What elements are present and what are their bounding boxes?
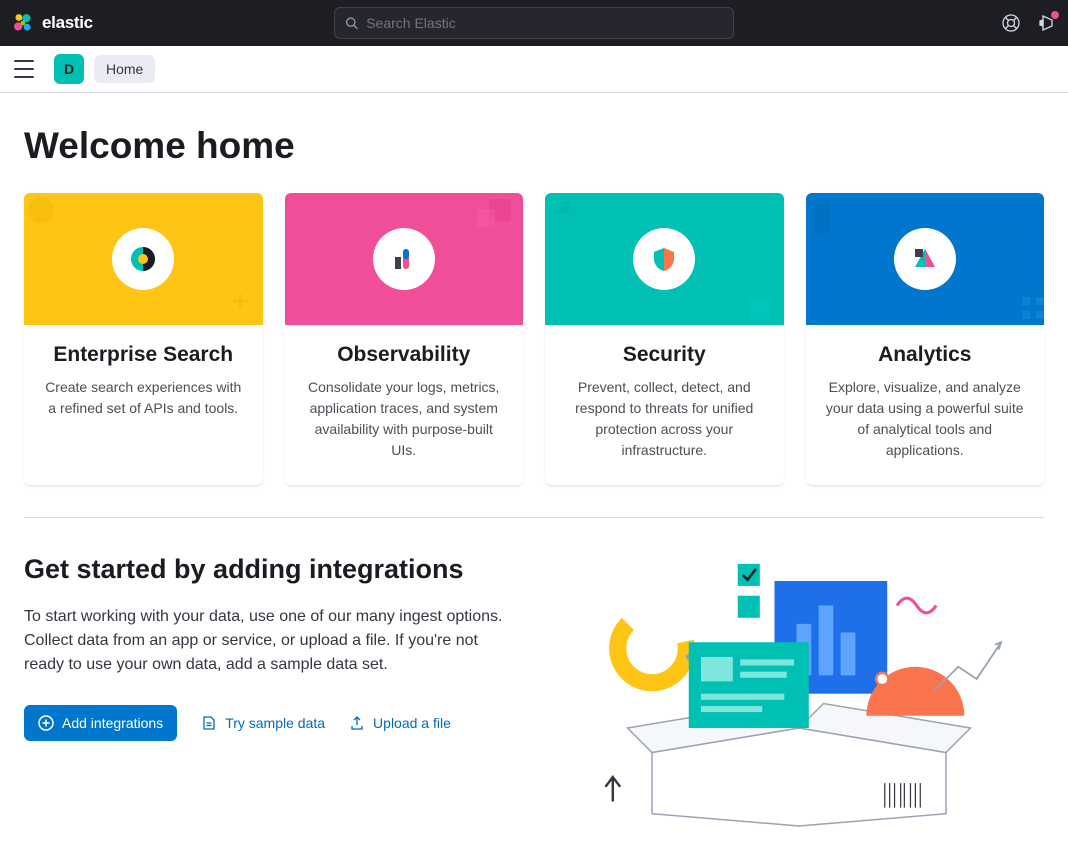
upload-file-button[interactable]: Upload a file	[349, 715, 451, 731]
analytics-icon	[911, 245, 939, 273]
security-icon	[650, 245, 678, 273]
page-title: Welcome home	[24, 125, 1044, 167]
try-sample-data-button[interactable]: Try sample data	[201, 715, 325, 731]
card-banner	[545, 193, 784, 325]
section-desc: To start working with your data, use one…	[24, 605, 514, 677]
get-started-section: Get started by adding integrations To st…	[24, 554, 1044, 829]
integrations-illustration	[554, 554, 1044, 829]
solution-cards: + Enterprise Search Create search experi…	[24, 193, 1044, 485]
upload-icon	[349, 715, 365, 731]
elastic-logo-icon	[12, 12, 34, 34]
card-security[interactable]: Security Prevent, collect, detect, and r…	[545, 193, 784, 485]
global-header: elastic	[0, 0, 1068, 46]
card-analytics[interactable]: Analytics Explore, visualize, and analyz…	[806, 193, 1045, 485]
card-desc: Create search experiences with a refined…	[40, 377, 247, 419]
notification-dot	[1051, 11, 1059, 19]
card-desc: Explore, visualize, and analyze your dat…	[822, 377, 1029, 461]
button-label: Add integrations	[62, 715, 163, 731]
search-icon	[345, 16, 358, 30]
card-banner	[806, 193, 1045, 325]
button-label: Upload a file	[373, 715, 451, 731]
card-desc: Consolidate your logs, metrics, applicat…	[301, 377, 508, 461]
add-integrations-button[interactable]: Add integrations	[24, 705, 177, 741]
document-icon	[201, 715, 217, 731]
newsfeed-icon[interactable]	[1038, 14, 1056, 32]
nav-toggle-button[interactable]	[14, 60, 34, 78]
card-banner	[285, 193, 524, 325]
card-title: Observability	[301, 343, 508, 367]
card-title: Security	[561, 343, 768, 367]
breadcrumb[interactable]: Home	[94, 55, 155, 83]
button-label: Try sample data	[225, 715, 325, 731]
divider	[24, 517, 1044, 518]
help-icon[interactable]	[1002, 14, 1020, 32]
brand-text: elastic	[42, 13, 93, 33]
plus-circle-icon	[38, 715, 54, 731]
space-selector[interactable]: D	[54, 54, 84, 84]
search-input[interactable]	[366, 15, 723, 31]
observability-icon	[390, 245, 418, 273]
card-observability[interactable]: Observability Consolidate your logs, met…	[285, 193, 524, 485]
main-content: Welcome home + Enterprise Search Create …	[0, 93, 1068, 861]
brand-logo[interactable]: elastic	[12, 12, 93, 34]
card-desc: Prevent, collect, detect, and respond to…	[561, 377, 768, 461]
card-title: Enterprise Search	[40, 343, 247, 367]
card-title: Analytics	[822, 343, 1029, 367]
sub-header: D Home	[0, 46, 1068, 93]
card-enterprise-search[interactable]: + Enterprise Search Create search experi…	[24, 193, 263, 485]
global-search[interactable]	[334, 7, 734, 39]
card-banner: +	[24, 193, 263, 325]
enterprise-search-icon	[128, 244, 158, 274]
section-title: Get started by adding integrations	[24, 554, 514, 585]
